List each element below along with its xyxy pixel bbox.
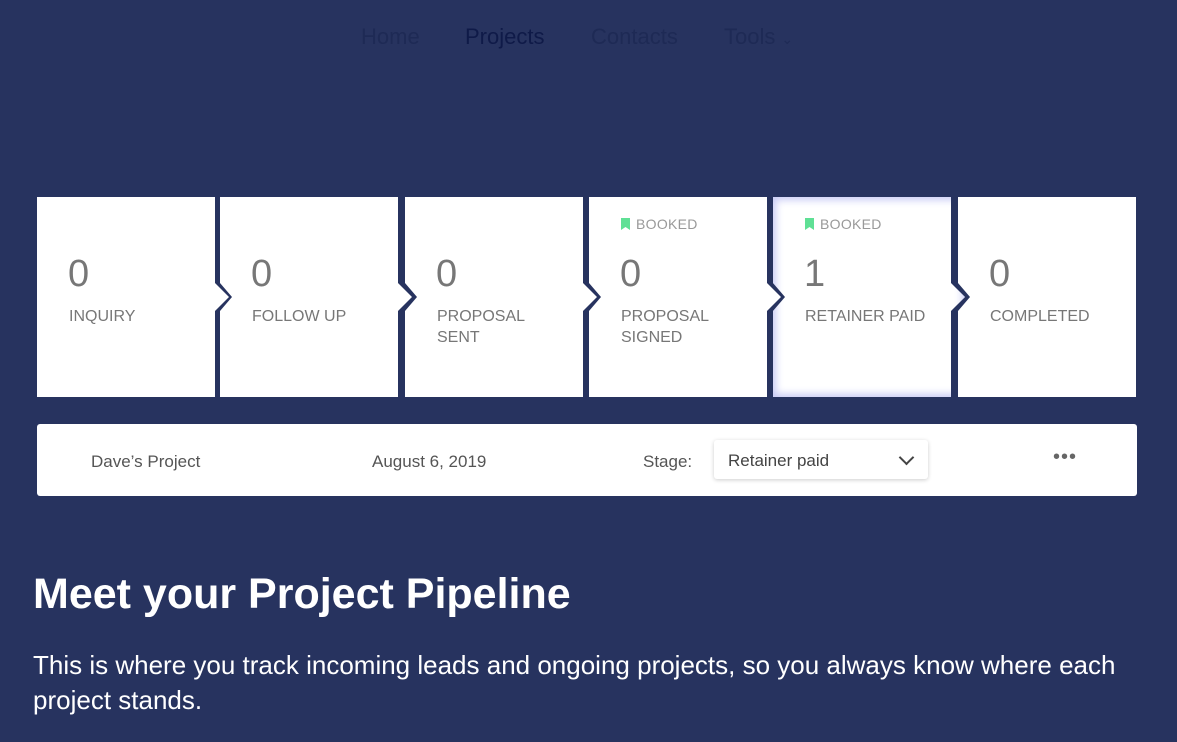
stage-completed[interactable]: 0 Completed (958, 197, 1136, 397)
stage-count: 0 (251, 253, 273, 295)
stage-proposal-sent[interactable]: 0 Proposal sent (405, 197, 597, 397)
stage-count: 1 (804, 253, 826, 295)
hero-title: Meet your Project Pipeline (33, 570, 571, 618)
nav-tools-label: Tools (724, 24, 776, 49)
top-nav: Home Projects Contacts Tools ⌄ (0, 24, 1177, 54)
stage-count: 0 (620, 253, 642, 295)
stage-count: 0 (436, 253, 458, 295)
nav-tools[interactable]: Tools ⌄ (724, 24, 793, 50)
nav-home[interactable]: Home (361, 24, 420, 50)
bookmark-icon (621, 218, 630, 230)
stage-count: 0 (68, 253, 90, 295)
stage-label: Retainer paid (805, 308, 926, 325)
project-row: Dave’s Project August 6, 2019 Stage: Ret… (37, 424, 1137, 496)
nav-contacts[interactable]: Contacts (591, 24, 678, 50)
stage-label: Proposal sent (437, 308, 525, 346)
stage-inquiry[interactable]: 0 Inquiry (37, 197, 229, 397)
stage-retainer-paid[interactable]: BOOKED 1 Retainer paid (773, 197, 965, 397)
nav-projects[interactable]: Projects (465, 24, 544, 50)
booked-badge: BOOKED (621, 216, 698, 232)
hero-description: This is where you track incoming leads a… (33, 650, 1116, 715)
stage-label: Inquiry (69, 308, 136, 325)
booked-text: BOOKED (820, 216, 882, 232)
more-options-icon[interactable]: ••• (1053, 446, 1077, 469)
stage-label: Proposal signed (621, 308, 709, 346)
stage-label: Completed (990, 308, 1090, 325)
stage-proposal-signed[interactable]: BOOKED 0 Proposal signed (589, 197, 781, 397)
stage-label: Stage: (643, 452, 693, 471)
booked-text: BOOKED (636, 216, 698, 232)
bookmark-icon (805, 218, 814, 230)
stage-label: Follow up (252, 308, 347, 325)
project-date: August 6, 2019 (372, 452, 487, 471)
project-name[interactable]: Dave’s Project (91, 452, 200, 472)
stage-follow-up[interactable]: 0 Follow up (220, 197, 412, 397)
chevron-down-icon (898, 449, 915, 466)
booked-badge: BOOKED (805, 216, 882, 232)
stage-select[interactable]: Retainer paid (714, 440, 928, 479)
stage-select-value: Retainer paid (728, 451, 830, 470)
chevron-down-icon: ⌄ (781, 31, 794, 47)
stage-count: 0 (989, 253, 1011, 295)
